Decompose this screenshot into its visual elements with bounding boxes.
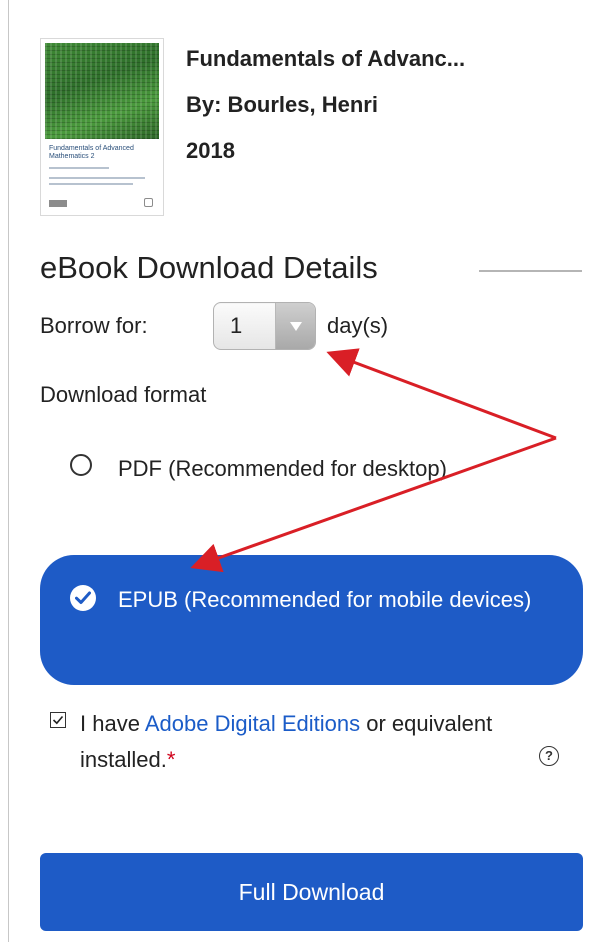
format-option-pdf-label: PDF (Recommended for desktop) — [118, 456, 447, 481]
borrow-unit-label: day(s) — [327, 313, 389, 338]
cover-texture — [45, 43, 159, 139]
adobe-digital-editions-link[interactable]: Adobe Digital Editions — [145, 711, 360, 736]
radio-unchecked-icon[interactable] — [70, 454, 92, 476]
book-cover-image: Fundamentals of Advanced Mathematics 2 — [40, 38, 164, 216]
agreement-prefix: I have — [80, 711, 145, 736]
borrow-days-select[interactable]: 1 — [213, 302, 316, 350]
chevron-down-icon — [289, 321, 302, 331]
required-mark: * — [166, 747, 176, 772]
cover-subtitle-line — [49, 177, 145, 179]
dropdown-arrow[interactable] — [275, 303, 315, 349]
download-format-label: Download format — [40, 382, 207, 407]
cover-subtitle-line — [49, 183, 133, 185]
publisher-logo-mark — [144, 198, 153, 207]
help-icon[interactable]: ? — [539, 746, 559, 766]
publisher-logo — [49, 200, 67, 207]
agreement-checkbox[interactable] — [50, 712, 66, 728]
format-option-epub[interactable]: EPUB (Recommended for mobile devices) — [40, 555, 583, 685]
cover-author-line — [49, 167, 109, 169]
section-title: eBook Download Details — [40, 250, 378, 285]
book-title: Fundamentals of Advanc... — [186, 46, 466, 71]
format-option-pdf[interactable]: PDF (Recommended for desktop) — [66, 450, 486, 524]
agreement-text: I have Adobe Digital Editions or equival… — [80, 706, 520, 778]
book-author: By: Bourles, Henri — [186, 92, 378, 117]
section-divider — [479, 270, 582, 272]
full-download-button[interactable]: Full Download — [40, 853, 583, 931]
borrow-days-value: 1 — [230, 313, 243, 338]
book-year: 2018 — [186, 138, 235, 163]
cover-title-text: Fundamentals of Advanced Mathematics 2 — [49, 145, 134, 160]
borrow-label: Borrow for: — [40, 313, 148, 338]
check-circle-icon[interactable] — [70, 585, 96, 611]
format-option-epub-label: EPUB (Recommended for mobile devices) — [118, 587, 532, 612]
